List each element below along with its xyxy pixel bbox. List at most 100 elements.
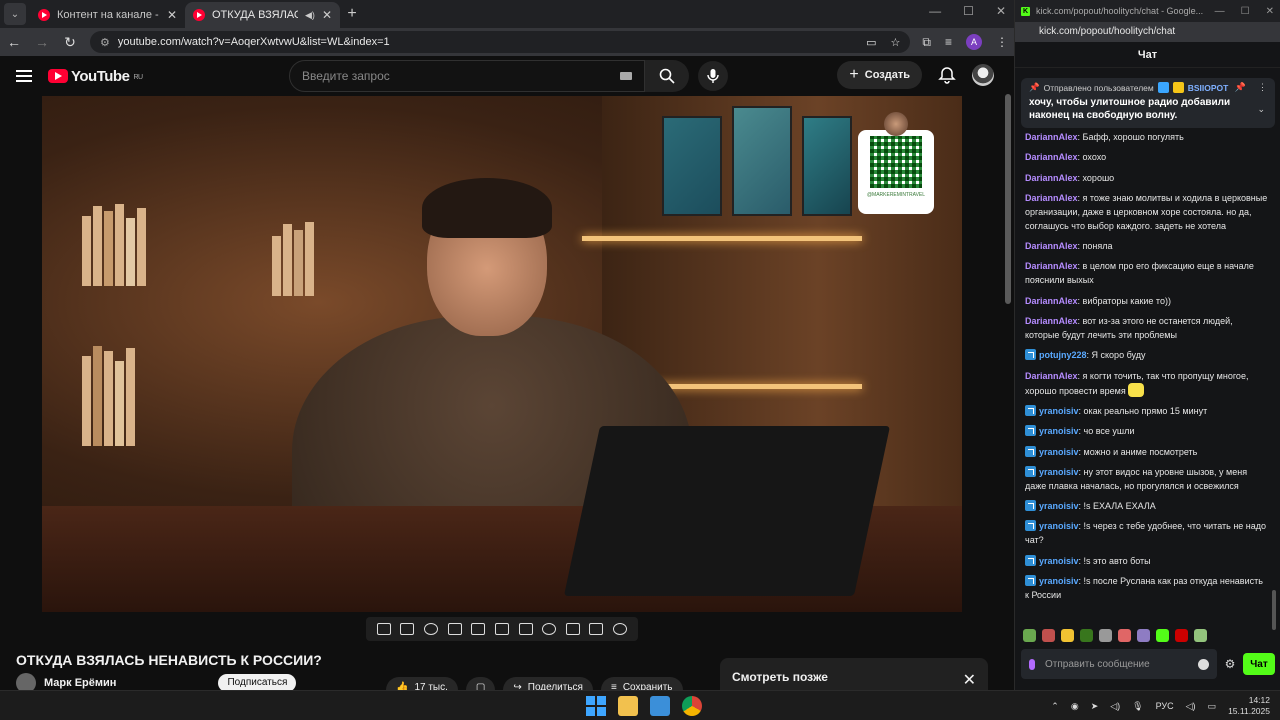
share-button[interactable]: ↪ Поделиться	[503, 677, 593, 690]
keyboard-icon[interactable]	[620, 72, 632, 80]
audio-icon[interactable]	[424, 623, 439, 635]
channel-name[interactable]: Марк Ерёмин	[44, 677, 116, 689]
save-button[interactable]: ≡ Сохранить	[600, 677, 683, 690]
unpin-icon[interactable]: 📌	[1235, 82, 1246, 93]
chat-username[interactable]: DariannAlex	[1025, 241, 1078, 251]
maximize-icon[interactable]: ☐	[963, 4, 974, 18]
emote-icon[interactable]	[1023, 629, 1036, 642]
chat-username[interactable]: yranoisiv	[1039, 521, 1079, 531]
profile-avatar[interactable]: A	[966, 34, 982, 50]
language-indicator[interactable]: РУС	[1156, 701, 1174, 711]
chat-username[interactable]: DariannAlex	[1025, 152, 1078, 162]
tray-overflow-icon[interactable]: ⌃	[1051, 701, 1059, 712]
emote-icon[interactable]	[1042, 629, 1055, 642]
emote-icon[interactable]	[1099, 629, 1112, 642]
chevron-down-icon[interactable]: ⌄	[1257, 104, 1265, 115]
windows-start-icon[interactable]	[586, 696, 606, 716]
chat-username[interactable]: DariannAlex	[1025, 173, 1078, 183]
emote-icon[interactable]	[1175, 629, 1188, 642]
chat-username[interactable]: DariannAlex	[1025, 316, 1078, 326]
notifications-bell-icon[interactable]	[938, 66, 956, 84]
chat-settings-gear-icon[interactable]: ⚙	[1223, 657, 1237, 671]
emote-icon[interactable]	[1061, 629, 1074, 642]
back-arrow-icon[interactable]: ←	[6, 34, 22, 50]
chat-username[interactable]: DariannAlex	[1025, 132, 1078, 142]
emote-icon[interactable]	[1137, 629, 1150, 642]
youtube-logo[interactable]: YouTube RU	[48, 68, 143, 85]
bookmark-star-icon[interactable]: ☆	[891, 36, 901, 49]
tab-video[interactable]: ОТКУДА ВЗЯЛАСЬ НЕНАВИ ◀) ✕	[185, 2, 340, 28]
address-bar[interactable]: ⚙ youtube.com/watch?v=AoqerXwtvwU&list=W…	[90, 31, 911, 53]
minimize-icon[interactable]: —	[929, 4, 941, 18]
speed-icon[interactable]	[542, 623, 557, 635]
chat-username[interactable]: DariannAlex	[1025, 261, 1078, 271]
more-options-icon[interactable]: ⋮	[1258, 82, 1267, 93]
voice-search-button[interactable]	[698, 61, 728, 91]
search-input[interactable]: Введите запрос	[289, 60, 645, 92]
close-icon[interactable]: ✕	[963, 670, 976, 689]
chrome-icon[interactable]	[682, 696, 702, 716]
tab-youtube-studio[interactable]: Контент на канале - YouTube S ✕	[30, 2, 185, 28]
theater-icon[interactable]	[494, 623, 509, 635]
chat-username[interactable]: yranoisiv	[1039, 576, 1079, 586]
chat-message-input[interactable]: Отправить сообщение	[1021, 649, 1217, 679]
like-button[interactable]: 👍 17 тыс.	[386, 677, 458, 690]
chat-username[interactable]: potujny228	[1039, 350, 1087, 360]
tab-search-button[interactable]: ⌄	[4, 3, 26, 25]
chat-username[interactable]: yranoisiv	[1039, 426, 1079, 436]
account-avatar[interactable]	[972, 64, 994, 86]
reload-icon[interactable]: ↻	[62, 34, 78, 51]
chat-username[interactable]: DariannAlex	[1025, 371, 1078, 381]
emote-icon[interactable]	[1118, 629, 1131, 642]
frame-icon[interactable]	[565, 623, 580, 635]
site-info-icon[interactable]: ⚙	[100, 36, 110, 49]
emote-icon[interactable]	[1156, 629, 1169, 642]
forward-arrow-icon[interactable]: →	[34, 34, 50, 50]
settings-gear-icon[interactable]	[613, 623, 628, 635]
clock[interactable]: 14:12 15.11.2025	[1228, 695, 1270, 717]
emoji-picker-icon[interactable]	[1198, 658, 1209, 670]
menu-hamburger-icon[interactable]	[16, 70, 32, 82]
chat-username[interactable]: yranoisiv	[1039, 447, 1079, 457]
new-tab-button[interactable]: +	[340, 2, 364, 26]
chat-scrollbar[interactable]	[1272, 70, 1278, 630]
subtitles-icon[interactable]	[518, 623, 533, 635]
tab-close-icon[interactable]: ✕	[167, 8, 177, 22]
notepad-icon[interactable]	[650, 696, 670, 716]
chat-username[interactable]: yranoisiv	[1039, 556, 1079, 566]
mic-tray-icon[interactable]: 🎙	[1132, 701, 1143, 712]
file-explorer-icon[interactable]	[618, 696, 638, 716]
pinned-message[interactable]: 📌 Отправлено пользователем BSIIOPOT хочу…	[1021, 78, 1275, 128]
sort-icon[interactable]	[400, 623, 415, 635]
chat-username[interactable]: yranoisiv	[1039, 467, 1079, 477]
video-player[interactable]: @MARKEREMINTRAVEL	[42, 96, 962, 612]
close-window-icon[interactable]: ✕	[1266, 6, 1274, 17]
loop-icon[interactable]	[376, 623, 391, 635]
telegram-icon[interactable]: ➤	[1091, 701, 1099, 712]
chat-username[interactable]: yranoisiv	[1039, 406, 1079, 416]
screenshot-icon[interactable]	[589, 623, 604, 635]
cast-icon[interactable]: ▭	[866, 36, 876, 49]
speaker-icon[interactable]: ◀)	[305, 10, 315, 21]
emote-icon[interactable]	[1080, 629, 1093, 642]
steam-icon[interactable]: ◉	[1071, 701, 1079, 712]
minimize-icon[interactable]: —	[1215, 6, 1225, 17]
maximize-icon[interactable]: ☐	[1241, 6, 1250, 17]
pinned-user[interactable]: BSIIOPOT	[1188, 83, 1229, 93]
volume-icon[interactable]: ◁)	[1186, 701, 1196, 712]
battery-icon[interactable]: ▭	[1208, 701, 1217, 712]
page-scrollbar[interactable]	[1003, 64, 1013, 690]
clip-icon[interactable]	[471, 623, 486, 635]
volume-tray-icon[interactable]: ◁)	[1110, 701, 1120, 712]
emote-icon[interactable]	[1194, 629, 1207, 642]
chat-username[interactable]: yranoisiv	[1039, 501, 1079, 511]
chat-username[interactable]: DariannAlex	[1025, 296, 1078, 306]
extensions-icon[interactable]: ⧉	[922, 35, 931, 50]
chrome-menu-icon[interactable]: ⋮	[996, 35, 1008, 49]
close-window-icon[interactable]: ✕	[996, 4, 1006, 18]
create-button[interactable]: + Создать	[837, 61, 922, 89]
send-chat-button[interactable]: Чат	[1243, 653, 1275, 675]
media-controls-icon[interactable]: ≡	[945, 35, 952, 49]
chat-username[interactable]: DariannAlex	[1025, 193, 1078, 203]
microphone-icon[interactable]	[1029, 658, 1035, 670]
